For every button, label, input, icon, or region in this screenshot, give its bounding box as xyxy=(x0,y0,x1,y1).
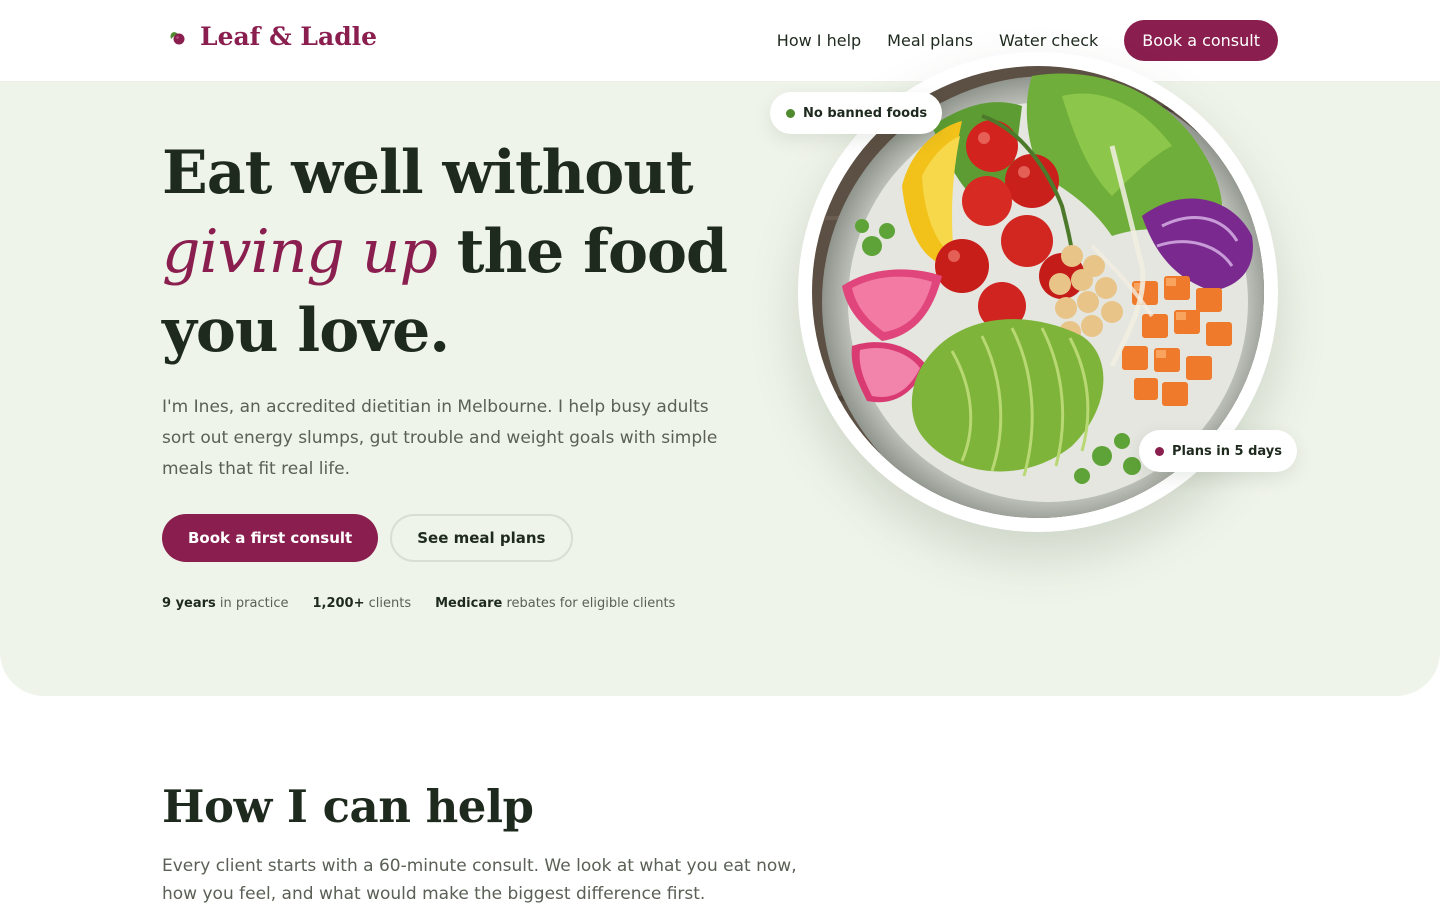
stat-clients: 1,200+ clients xyxy=(312,596,411,611)
stat-years-label: in practice xyxy=(215,596,289,611)
badge-dot-green-icon xyxy=(786,108,795,118)
nav-link-meal-plans[interactable]: Meal plans xyxy=(887,20,973,61)
book-consult-button[interactable]: Book a consult xyxy=(1124,20,1278,61)
section-title: How I can help xyxy=(162,780,534,833)
nav-link-how-i-help[interactable]: How I help xyxy=(777,20,861,61)
hero-title-line3: you love. xyxy=(162,296,450,366)
stat-clients-value: 1,200+ xyxy=(312,596,365,611)
stat-medicare-value: Medicare xyxy=(435,596,503,611)
hero-title-line2: the food xyxy=(436,217,728,287)
stat-clients-label: clients xyxy=(364,596,412,611)
see-meal-plans-button[interactable]: See meal plans xyxy=(390,514,573,562)
badge-no-banned-foods-label: No banned foods xyxy=(803,105,928,121)
hero-title-line1: Eat well without xyxy=(162,138,694,208)
book-first-consult-button[interactable]: Book a first consult xyxy=(162,514,379,562)
hero-stats: 9 years in practice 1,200+ clients Medic… xyxy=(162,596,675,611)
badge-plans-in-5-days-label: Plans in 5 days xyxy=(1172,443,1282,459)
badge-no-banned-foods: No banned foods xyxy=(770,92,943,134)
hero-title-accent: giving up xyxy=(162,217,438,287)
hero-actions: Book a first consult See meal plans xyxy=(162,514,573,562)
stat-medicare-label: rebates for eligible clients xyxy=(502,596,676,611)
stat-medicare: Medicare rebates for eligible clients xyxy=(435,596,675,611)
brand-logo[interactable]: Leaf & Ladle xyxy=(166,22,377,51)
stat-years: 9 years in practice xyxy=(162,596,288,611)
leaf-berry-icon xyxy=(170,31,185,44)
stat-years-value: 9 years xyxy=(162,596,216,611)
hero-title: Eat well without giving up the food you lo… xyxy=(162,134,762,371)
badge-plans-in-5-days: Plans in 5 days xyxy=(1139,430,1297,472)
hero-description: I'm Ines, an accredited dietitian in Mel… xyxy=(162,397,718,479)
brand-name: Leaf & Ladle xyxy=(200,22,378,51)
badge-dot-plum-icon xyxy=(1155,446,1164,456)
